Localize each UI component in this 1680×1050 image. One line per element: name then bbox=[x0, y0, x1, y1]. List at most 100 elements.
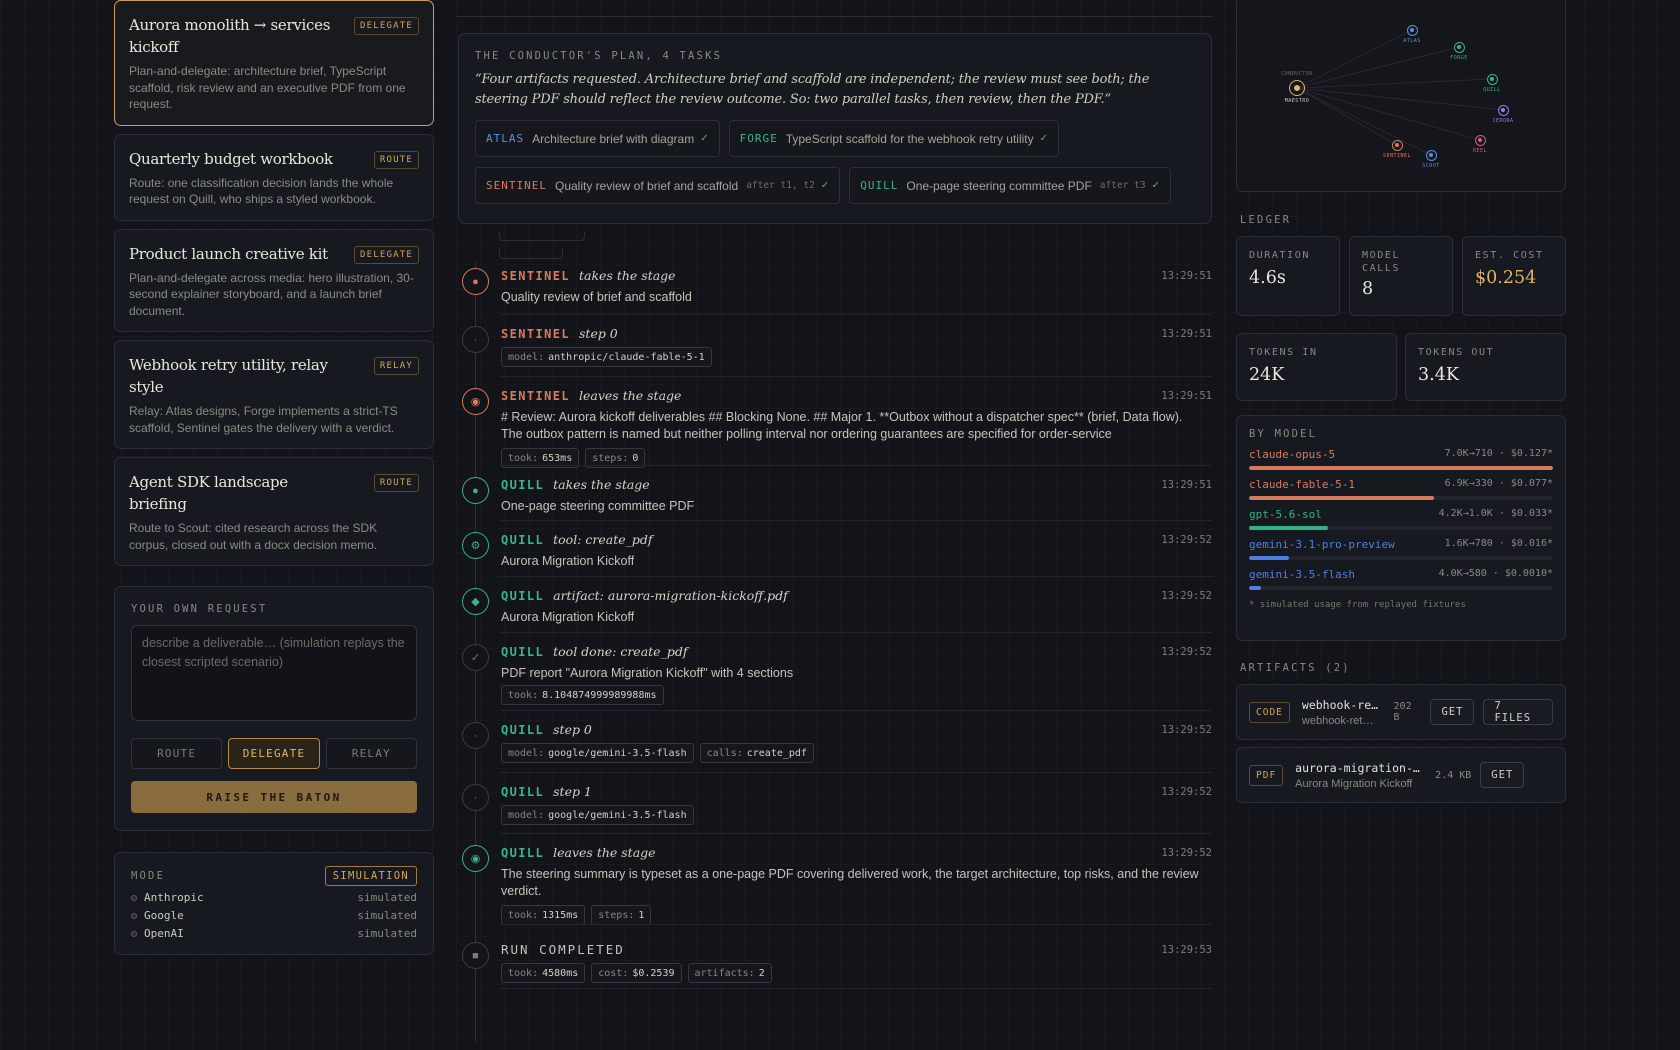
raise-the-baton-button[interactable]: RAISE THE BATON bbox=[131, 781, 417, 813]
event-time: 13:29:52 bbox=[1161, 847, 1212, 859]
event-action: takes the stage bbox=[579, 268, 676, 283]
task-text: One-page steering committee PDF bbox=[906, 178, 1092, 193]
request-input[interactable] bbox=[131, 625, 417, 721]
artifact-size: 2.4 KB bbox=[1435, 769, 1472, 781]
agent-node-quill: QUILL bbox=[1472, 73, 1512, 93]
node-core-icon bbox=[1457, 45, 1461, 49]
event-body: Aurora Migration Kickoff bbox=[501, 610, 635, 624]
event-body: # Review: Aurora kickoff deliverables ##… bbox=[501, 410, 1183, 441]
scenario-card[interactable]: Quarterly budget workbook ROUTE Route: one… bbox=[114, 133, 434, 221]
event-divider bbox=[501, 833, 1212, 834]
clipped-tags bbox=[499, 228, 649, 259]
tag-value: google/gemini-3.5-flash bbox=[548, 809, 687, 821]
event-action: tool done: create_pdf bbox=[553, 644, 688, 659]
plan-task-chip: FORGE TypeScript scaffold for the webhook… bbox=[728, 120, 1060, 157]
model-row-header: claude-opus-5 7.0K→710 · $0.127* bbox=[1249, 448, 1553, 461]
simulation-badge: SIMULATION bbox=[324, 866, 417, 886]
plan-task-chip: QUILL One-page steering committee PDF afte… bbox=[849, 167, 1171, 204]
scenario-list: Aurora monolith → services kickoff DELEGA… bbox=[114, 0, 434, 566]
model-name: gpt-5.6-sol bbox=[1249, 508, 1322, 521]
provider-name: Anthropic bbox=[131, 891, 204, 904]
provider-row: Anthropic simulated bbox=[131, 891, 417, 904]
mode-relay-button[interactable]: RELAY bbox=[325, 738, 417, 769]
scenario-card[interactable]: Product launch creative kit DELEGATE Plan-… bbox=[114, 228, 434, 332]
event-action: step 0 bbox=[579, 326, 618, 341]
scenario-badge: DELEGATE bbox=[354, 245, 419, 264]
artifact-type-badge: PDF bbox=[1249, 764, 1284, 786]
agent-graph: CONDUCTOR MAESTRO ATLAS FORGE QUILL CERORA REE… bbox=[1236, 0, 1566, 192]
tag-value: create_pdf bbox=[746, 747, 807, 759]
event-tag: artifacts: 2 bbox=[687, 963, 772, 983]
conductor-plan: THE CONDUCTOR'S PLAN, 4 TASKS “Four arti… bbox=[458, 33, 1212, 224]
event-time: 13:29:52 bbox=[1161, 534, 1212, 546]
model-usage-bar bbox=[1249, 496, 1553, 500]
event-tag: took: 4580ms bbox=[501, 963, 586, 983]
mode-route-button[interactable]: ROUTE bbox=[131, 738, 223, 769]
agent-node-scout: SCOUT bbox=[1411, 149, 1451, 169]
provider-name: Google bbox=[131, 909, 184, 922]
task-dependency: after t1, t2 bbox=[746, 180, 815, 191]
tag-key: took: bbox=[508, 689, 539, 701]
mode-label: MODE bbox=[131, 870, 166, 882]
agent-node-conductor: CONDUCTOR MAESTRO bbox=[1277, 71, 1317, 104]
event-time: 13:29:51 bbox=[1161, 479, 1212, 491]
mode-panel: MODE SIMULATION Anthropic simulated Google… bbox=[114, 852, 434, 955]
run-completed-label: RUN COMPLETED bbox=[501, 942, 625, 957]
artifact-get-button[interactable]: GET bbox=[1480, 762, 1525, 788]
artifact-subtitle: Aurora Migration Kickoff bbox=[1295, 777, 1413, 790]
node-label: CERORA bbox=[1492, 117, 1514, 124]
artifact-subtitle: webhook-ret… bbox=[1301, 714, 1374, 727]
artifact-name-block: webhook-re… webhook-ret… bbox=[1302, 698, 1384, 727]
event-agent: QUILL bbox=[501, 785, 545, 799]
node-core-icon bbox=[1395, 143, 1399, 147]
event-status-icon: ⚙ bbox=[462, 532, 489, 559]
est-cost-label: EST. COST bbox=[1475, 250, 1544, 261]
model-usage-fill bbox=[1249, 496, 1435, 500]
event-action: tool: create_pdf bbox=[553, 532, 653, 547]
simulated-usage-note: * simulated usage from replayed fixtures bbox=[1249, 600, 1466, 610]
model-usage-bar bbox=[1249, 556, 1553, 560]
tag-key: artifacts: bbox=[694, 967, 755, 979]
check-icon: ✓ bbox=[700, 133, 709, 144]
task-text: Architecture brief with diagram bbox=[532, 131, 695, 146]
task-agent: SENTINEL bbox=[486, 179, 547, 192]
model-usage-bar bbox=[1249, 466, 1553, 470]
sentinel-node-icon bbox=[1391, 139, 1403, 151]
artifact-files-button[interactable]: 7 FILES bbox=[1483, 699, 1553, 725]
event-body: The steering summary is typeset as a one… bbox=[501, 867, 1199, 898]
event-tags: model: anthropic/claude-fable-5-1 bbox=[501, 347, 712, 367]
artifact-size: 202 B bbox=[1393, 701, 1412, 723]
mode-delegate-button[interactable]: DELEGATE bbox=[228, 738, 320, 769]
scenario-card[interactable]: Aurora monolith → services kickoff DELEGA… bbox=[114, 0, 434, 126]
by-model-panel: BY MODEL claude-opus-5 7.0K→710 · $0.127*… bbox=[1236, 415, 1566, 641]
event-tag: calls: create_pdf bbox=[699, 743, 814, 763]
node-label: ATLAS bbox=[1403, 37, 1421, 44]
event-time: 13:29:51 bbox=[1161, 270, 1212, 282]
tokens-out-metric: TOKENS OUT 3.4K bbox=[1405, 333, 1566, 401]
artifact-type-badge: CODE bbox=[1249, 701, 1290, 723]
artifact-row: PDF aurora-migration-kick… Aurora Migratio… bbox=[1236, 747, 1566, 803]
tag-value: google/gemini-3.5-flash bbox=[548, 747, 687, 759]
tag-key: took: bbox=[508, 452, 539, 464]
event-divider bbox=[501, 632, 1212, 633]
event-tag: took: 8.104874999989988ms bbox=[501, 685, 664, 705]
tag-value: 653ms bbox=[542, 452, 573, 464]
artifact-name: webhook-re… bbox=[1301, 697, 1379, 712]
tokens-in-label: TOKENS IN bbox=[1249, 347, 1318, 358]
scenario-card[interactable]: Agent SDK landscape briefing ROUTE Route t… bbox=[114, 457, 434, 566]
model-row-header: gpt-5.6-sol 4.2K→1.0K · $0.033* bbox=[1249, 508, 1553, 521]
duration-value: 4.6s bbox=[1249, 268, 1286, 288]
event-status-icon: ◉ bbox=[462, 845, 489, 872]
artifact-get-button[interactable]: GET bbox=[1430, 699, 1475, 725]
tokens-out-value: 3.4K bbox=[1418, 365, 1459, 385]
event-status-icon: ◆ bbox=[462, 588, 489, 615]
model-stats: 4.2K→1.0K · $0.033* bbox=[1438, 508, 1553, 519]
scenario-card[interactable]: Webhook retry utility, relay style RELAY R… bbox=[114, 340, 434, 449]
tag-key: steps: bbox=[598, 909, 635, 921]
event-divider bbox=[501, 772, 1212, 773]
tag-key: model: bbox=[508, 809, 545, 821]
mode-selector: ROUTE DELEGATE RELAY bbox=[131, 738, 417, 769]
scenario-description: Relay: Atlas designs, Forge implements a… bbox=[129, 404, 398, 435]
task-text: Quality review of brief and scaffold bbox=[554, 178, 739, 193]
task-agent: FORGE bbox=[739, 132, 778, 145]
